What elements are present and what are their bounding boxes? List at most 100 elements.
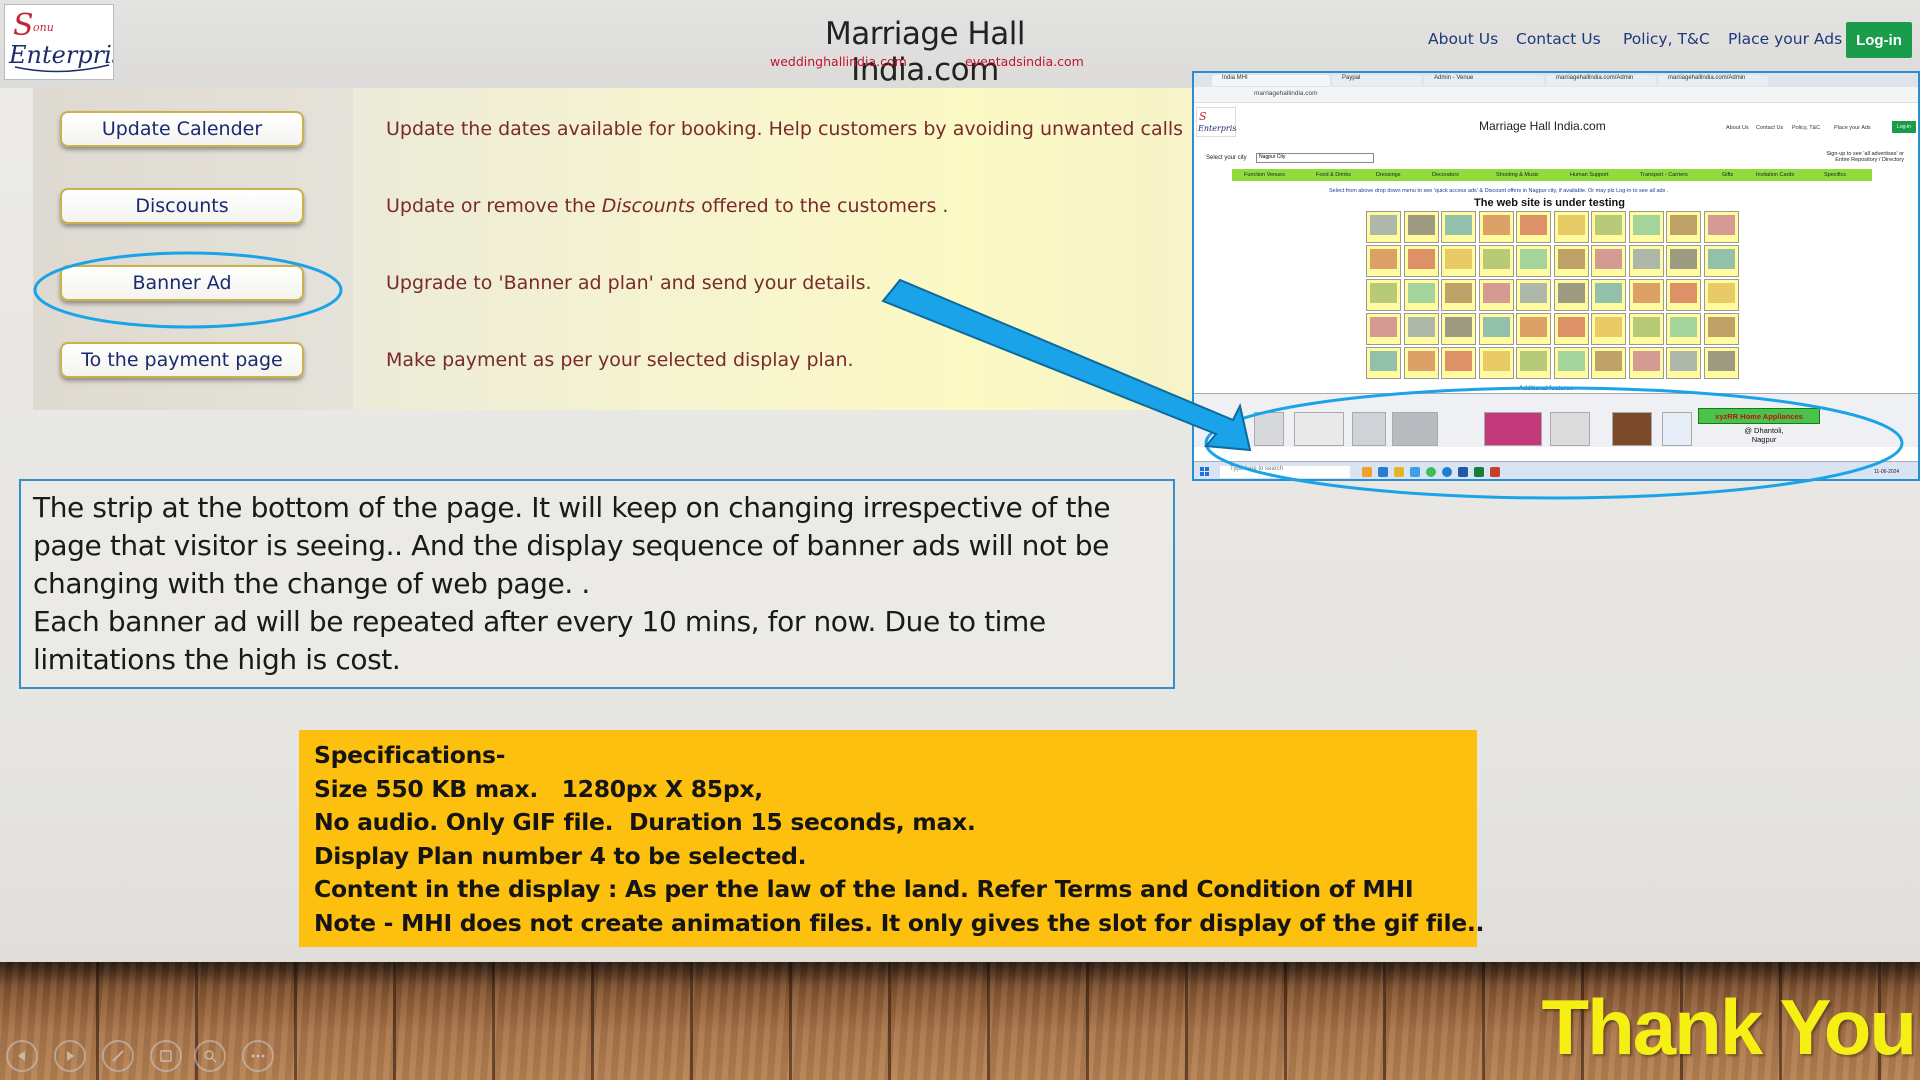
category-icon-tile[interactable] xyxy=(1703,211,1739,243)
category-icon-tile[interactable] xyxy=(1553,245,1589,277)
nav-policy-tc[interactable]: Policy, T&C xyxy=(1623,30,1710,48)
banner-thumb[interactable] xyxy=(1392,412,1438,446)
category-icon-tile[interactable] xyxy=(1703,245,1739,277)
category-icon-tile[interactable] xyxy=(1591,347,1626,379)
folder-icon[interactable] xyxy=(1362,467,1372,477)
category-icon-tile[interactable] xyxy=(1591,313,1626,345)
banner-thumb[interactable] xyxy=(1662,412,1692,446)
category-icon-tile[interactable] xyxy=(1516,347,1551,379)
app-icon[interactable] xyxy=(1378,467,1388,477)
screenshot-nav-ads[interactable]: Place your Ads xyxy=(1834,125,1871,131)
category-item[interactable]: Dressings xyxy=(1376,172,1400,178)
category-icon-tile[interactable] xyxy=(1403,279,1439,311)
banner-thumb[interactable] xyxy=(1294,412,1344,446)
category-item[interactable]: Human Support xyxy=(1570,172,1609,178)
banner-thumb[interactable] xyxy=(1352,412,1386,446)
nav-place-ads[interactable]: Place your Ads xyxy=(1728,30,1842,48)
chrome-icon[interactable] xyxy=(1426,467,1436,477)
category-icon-tile[interactable] xyxy=(1478,347,1514,379)
category-item[interactable]: Function Venues xyxy=(1244,172,1285,178)
category-icon-tile[interactable] xyxy=(1478,245,1514,277)
category-icon-tile[interactable] xyxy=(1441,279,1476,311)
app-icon[interactable] xyxy=(1458,467,1468,477)
pen-icon[interactable] xyxy=(102,1040,134,1072)
category-icon-tile[interactable] xyxy=(1628,279,1664,311)
banner-thumb[interactable] xyxy=(1484,412,1542,446)
company-logo[interactable]: S onu Enterprises xyxy=(4,4,114,80)
category-icon-tile[interactable] xyxy=(1366,211,1401,243)
category-icon-tile[interactable] xyxy=(1591,279,1626,311)
category-icon-tile[interactable] xyxy=(1703,347,1739,379)
banner-thumb[interactable] xyxy=(1612,412,1652,446)
category-item[interactable]: Food & Drinks xyxy=(1316,172,1351,178)
category-icon-tile[interactable] xyxy=(1403,313,1439,345)
category-icon-tile[interactable] xyxy=(1366,245,1401,277)
category-icon-tile[interactable] xyxy=(1516,313,1551,345)
discounts-button[interactable]: Discounts xyxy=(60,188,304,224)
category-icon-tile[interactable] xyxy=(1441,245,1476,277)
category-icon-tile[interactable] xyxy=(1553,347,1589,379)
banner-thumb[interactable] xyxy=(1550,412,1590,446)
more-icon[interactable] xyxy=(242,1040,274,1072)
banner-thumb[interactable] xyxy=(1254,412,1284,446)
category-icon-tile[interactable] xyxy=(1591,211,1626,243)
category-icon-tile[interactable] xyxy=(1516,279,1551,311)
category-icon-tile[interactable] xyxy=(1628,347,1664,379)
prev-slide-icon[interactable] xyxy=(6,1040,38,1072)
zoom-icon[interactable] xyxy=(194,1040,226,1072)
category-item[interactable]: Shooting & Music xyxy=(1496,172,1539,178)
category-icon-tile[interactable] xyxy=(1441,313,1476,345)
category-icon-tile[interactable] xyxy=(1553,211,1589,243)
next-slide-icon[interactable] xyxy=(54,1040,86,1072)
category-icon-tile[interactable] xyxy=(1703,313,1739,345)
category-icon-tile[interactable] xyxy=(1553,313,1589,345)
banner-brand-label[interactable]: xyzRR Home Appliances xyxy=(1698,408,1820,424)
category-icon-tile[interactable] xyxy=(1703,279,1739,311)
browser-url[interactable]: marriagehallindia.com xyxy=(1254,90,1318,97)
category-icon-tile[interactable] xyxy=(1666,313,1701,345)
category-icon-tile[interactable] xyxy=(1553,279,1589,311)
category-item[interactable]: Decorators xyxy=(1432,172,1459,178)
category-icon-tile[interactable] xyxy=(1478,279,1514,311)
category-icon-tile[interactable] xyxy=(1666,245,1701,277)
category-icon-tile[interactable] xyxy=(1628,245,1664,277)
category-icon-tile[interactable] xyxy=(1516,211,1551,243)
browser-address-bar[interactable]: marriagehallindia.com xyxy=(1194,87,1918,103)
screenshot-nav-contact[interactable]: Contact Us xyxy=(1756,125,1783,131)
screenshot-nav-about[interactable]: About Us xyxy=(1726,125,1749,131)
category-icon-tile[interactable] xyxy=(1478,211,1514,243)
category-icon-tile[interactable] xyxy=(1628,313,1664,345)
nav-contact-us[interactable]: Contact Us xyxy=(1516,30,1601,48)
browser-tab[interactable]: India MHI xyxy=(1212,75,1330,86)
category-icon-tile[interactable] xyxy=(1516,245,1551,277)
category-item[interactable]: Specifics xyxy=(1824,172,1846,178)
city-select[interactable]: Nagpur City xyxy=(1256,153,1374,163)
category-item[interactable]: Invitation Cards xyxy=(1756,172,1794,178)
app-icon[interactable] xyxy=(1410,467,1420,477)
taskbar-search[interactable]: Type here to search xyxy=(1220,466,1350,478)
browser-tab[interactable]: marriagehallindia.com/Admin xyxy=(1546,75,1656,86)
category-icon-tile[interactable] xyxy=(1403,347,1439,379)
category-icon-tile[interactable] xyxy=(1403,211,1439,243)
category-item[interactable]: Transport - Carriers xyxy=(1640,172,1688,178)
category-icon-tile[interactable] xyxy=(1478,313,1514,345)
category-icon-tile[interactable] xyxy=(1366,313,1401,345)
edge-icon[interactable] xyxy=(1442,467,1452,477)
category-icon-tile[interactable] xyxy=(1666,347,1701,379)
category-icon-tile[interactable] xyxy=(1366,347,1401,379)
windows-start-icon[interactable] xyxy=(1200,467,1210,477)
category-item[interactable]: Gifts xyxy=(1722,172,1733,178)
category-icon-tile[interactable] xyxy=(1628,211,1664,243)
category-icon-tile[interactable] xyxy=(1403,245,1439,277)
browser-tab[interactable]: Paypal xyxy=(1332,75,1422,86)
category-icon-tile[interactable] xyxy=(1666,279,1701,311)
update-calender-button[interactable]: Update Calender xyxy=(60,111,304,147)
app-icon[interactable] xyxy=(1490,467,1500,477)
category-icon-tile[interactable] xyxy=(1666,211,1701,243)
app-icon[interactable] xyxy=(1394,467,1404,477)
category-icon-tile[interactable] xyxy=(1441,347,1476,379)
banner-ad-button[interactable]: Banner Ad xyxy=(60,265,304,301)
screenshot-login-button[interactable]: Log-in xyxy=(1892,121,1916,133)
slides-icon[interactable] xyxy=(150,1040,182,1072)
category-icon-tile[interactable] xyxy=(1591,245,1626,277)
